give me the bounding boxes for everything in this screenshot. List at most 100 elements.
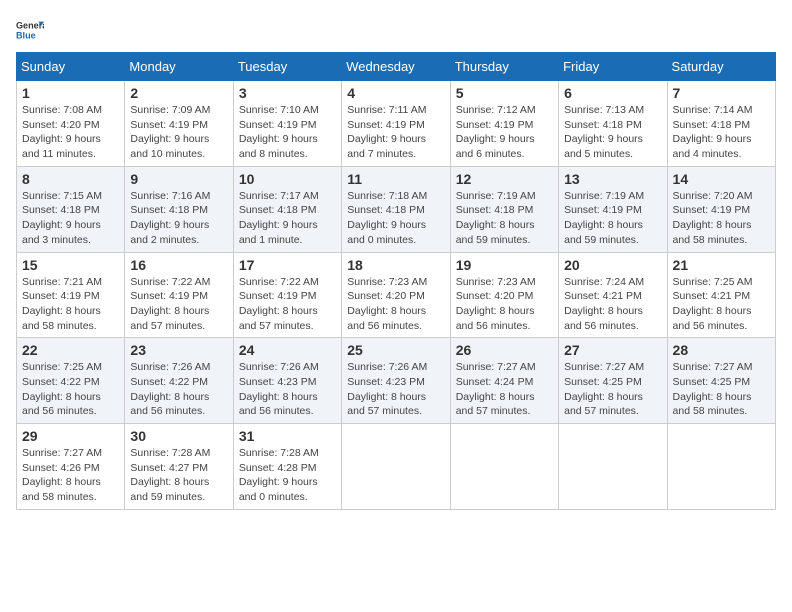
calendar-week: 29 Sunrise: 7:27 AMSunset: 4:26 PMDaylig… xyxy=(17,424,776,510)
weekday-cell: Wednesday xyxy=(342,53,450,81)
day-number: 8 xyxy=(22,171,119,187)
day-number: 4 xyxy=(347,85,444,101)
calendar-week: 8 Sunrise: 7:15 AMSunset: 4:18 PMDayligh… xyxy=(17,166,776,252)
calendar-day: 22 Sunrise: 7:25 AMSunset: 4:22 PMDaylig… xyxy=(17,338,125,424)
calendar-day xyxy=(559,424,667,510)
day-number: 20 xyxy=(564,257,661,273)
day-number: 30 xyxy=(130,428,227,444)
day-number: 5 xyxy=(456,85,553,101)
day-number: 25 xyxy=(347,342,444,358)
day-number: 12 xyxy=(456,171,553,187)
calendar-day: 13 Sunrise: 7:19 AMSunset: 4:19 PMDaylig… xyxy=(559,166,667,252)
day-number: 15 xyxy=(22,257,119,273)
day-number: 21 xyxy=(673,257,770,273)
day-detail: Sunrise: 7:24 AMSunset: 4:21 PMDaylight:… xyxy=(564,275,661,334)
calendar-day: 11 Sunrise: 7:18 AMSunset: 4:18 PMDaylig… xyxy=(342,166,450,252)
day-number: 26 xyxy=(456,342,553,358)
calendar-day: 27 Sunrise: 7:27 AMSunset: 4:25 PMDaylig… xyxy=(559,338,667,424)
day-detail: Sunrise: 7:11 AMSunset: 4:19 PMDaylight:… xyxy=(347,103,444,162)
day-number: 1 xyxy=(22,85,119,101)
day-detail: Sunrise: 7:14 AMSunset: 4:18 PMDaylight:… xyxy=(673,103,770,162)
day-number: 16 xyxy=(130,257,227,273)
day-detail: Sunrise: 7:15 AMSunset: 4:18 PMDaylight:… xyxy=(22,189,119,248)
calendar-day: 15 Sunrise: 7:21 AMSunset: 4:19 PMDaylig… xyxy=(17,252,125,338)
calendar-day: 23 Sunrise: 7:26 AMSunset: 4:22 PMDaylig… xyxy=(125,338,233,424)
day-detail: Sunrise: 7:25 AMSunset: 4:22 PMDaylight:… xyxy=(22,360,119,419)
day-number: 14 xyxy=(673,171,770,187)
calendar-day: 31 Sunrise: 7:28 AMSunset: 4:28 PMDaylig… xyxy=(233,424,341,510)
calendar-day: 2 Sunrise: 7:09 AMSunset: 4:19 PMDayligh… xyxy=(125,81,233,167)
page-header: General Blue xyxy=(16,16,776,44)
calendar-day: 16 Sunrise: 7:22 AMSunset: 4:19 PMDaylig… xyxy=(125,252,233,338)
day-number: 18 xyxy=(347,257,444,273)
day-detail: Sunrise: 7:27 AMSunset: 4:26 PMDaylight:… xyxy=(22,446,119,505)
day-detail: Sunrise: 7:22 AMSunset: 4:19 PMDaylight:… xyxy=(239,275,336,334)
calendar-week: 1 Sunrise: 7:08 AMSunset: 4:20 PMDayligh… xyxy=(17,81,776,167)
calendar-day: 17 Sunrise: 7:22 AMSunset: 4:19 PMDaylig… xyxy=(233,252,341,338)
calendar-day xyxy=(450,424,558,510)
day-detail: Sunrise: 7:27 AMSunset: 4:25 PMDaylight:… xyxy=(673,360,770,419)
day-detail: Sunrise: 7:19 AMSunset: 4:18 PMDaylight:… xyxy=(456,189,553,248)
svg-text:Blue: Blue xyxy=(16,30,36,40)
weekday-cell: Sunday xyxy=(17,53,125,81)
calendar-day: 24 Sunrise: 7:26 AMSunset: 4:23 PMDaylig… xyxy=(233,338,341,424)
day-number: 6 xyxy=(564,85,661,101)
calendar-day: 18 Sunrise: 7:23 AMSunset: 4:20 PMDaylig… xyxy=(342,252,450,338)
day-number: 17 xyxy=(239,257,336,273)
calendar-day: 20 Sunrise: 7:24 AMSunset: 4:21 PMDaylig… xyxy=(559,252,667,338)
day-number: 10 xyxy=(239,171,336,187)
calendar-day: 30 Sunrise: 7:28 AMSunset: 4:27 PMDaylig… xyxy=(125,424,233,510)
calendar-day xyxy=(667,424,775,510)
calendar-day: 12 Sunrise: 7:19 AMSunset: 4:18 PMDaylig… xyxy=(450,166,558,252)
day-detail: Sunrise: 7:25 AMSunset: 4:21 PMDaylight:… xyxy=(673,275,770,334)
calendar-week: 22 Sunrise: 7:25 AMSunset: 4:22 PMDaylig… xyxy=(17,338,776,424)
day-number: 13 xyxy=(564,171,661,187)
weekday-cell: Thursday xyxy=(450,53,558,81)
day-detail: Sunrise: 7:27 AMSunset: 4:25 PMDaylight:… xyxy=(564,360,661,419)
day-number: 27 xyxy=(564,342,661,358)
calendar-day: 10 Sunrise: 7:17 AMSunset: 4:18 PMDaylig… xyxy=(233,166,341,252)
day-detail: Sunrise: 7:21 AMSunset: 4:19 PMDaylight:… xyxy=(22,275,119,334)
day-number: 19 xyxy=(456,257,553,273)
calendar-day: 6 Sunrise: 7:13 AMSunset: 4:18 PMDayligh… xyxy=(559,81,667,167)
calendar-day: 14 Sunrise: 7:20 AMSunset: 4:19 PMDaylig… xyxy=(667,166,775,252)
day-detail: Sunrise: 7:27 AMSunset: 4:24 PMDaylight:… xyxy=(456,360,553,419)
day-detail: Sunrise: 7:13 AMSunset: 4:18 PMDaylight:… xyxy=(564,103,661,162)
logo-icon: General Blue xyxy=(16,16,44,44)
day-detail: Sunrise: 7:08 AMSunset: 4:20 PMDaylight:… xyxy=(22,103,119,162)
day-number: 31 xyxy=(239,428,336,444)
day-number: 22 xyxy=(22,342,119,358)
weekday-cell: Tuesday xyxy=(233,53,341,81)
logo: General Blue xyxy=(16,16,48,44)
day-detail: Sunrise: 7:19 AMSunset: 4:19 PMDaylight:… xyxy=(564,189,661,248)
calendar-day: 5 Sunrise: 7:12 AMSunset: 4:19 PMDayligh… xyxy=(450,81,558,167)
day-detail: Sunrise: 7:18 AMSunset: 4:18 PMDaylight:… xyxy=(347,189,444,248)
calendar-day: 28 Sunrise: 7:27 AMSunset: 4:25 PMDaylig… xyxy=(667,338,775,424)
day-detail: Sunrise: 7:23 AMSunset: 4:20 PMDaylight:… xyxy=(456,275,553,334)
day-detail: Sunrise: 7:28 AMSunset: 4:28 PMDaylight:… xyxy=(239,446,336,505)
weekday-cell: Monday xyxy=(125,53,233,81)
day-detail: Sunrise: 7:26 AMSunset: 4:22 PMDaylight:… xyxy=(130,360,227,419)
calendar-day: 29 Sunrise: 7:27 AMSunset: 4:26 PMDaylig… xyxy=(17,424,125,510)
day-detail: Sunrise: 7:17 AMSunset: 4:18 PMDaylight:… xyxy=(239,189,336,248)
day-number: 29 xyxy=(22,428,119,444)
day-detail: Sunrise: 7:12 AMSunset: 4:19 PMDaylight:… xyxy=(456,103,553,162)
day-number: 24 xyxy=(239,342,336,358)
day-number: 23 xyxy=(130,342,227,358)
calendar-day: 7 Sunrise: 7:14 AMSunset: 4:18 PMDayligh… xyxy=(667,81,775,167)
calendar-day: 8 Sunrise: 7:15 AMSunset: 4:18 PMDayligh… xyxy=(17,166,125,252)
calendar-body: 1 Sunrise: 7:08 AMSunset: 4:20 PMDayligh… xyxy=(17,81,776,510)
calendar-table: SundayMondayTuesdayWednesdayThursdayFrid… xyxy=(16,52,776,510)
calendar-day: 19 Sunrise: 7:23 AMSunset: 4:20 PMDaylig… xyxy=(450,252,558,338)
day-number: 3 xyxy=(239,85,336,101)
day-number: 11 xyxy=(347,171,444,187)
weekday-cell: Friday xyxy=(559,53,667,81)
day-number: 7 xyxy=(673,85,770,101)
calendar-day: 26 Sunrise: 7:27 AMSunset: 4:24 PMDaylig… xyxy=(450,338,558,424)
weekday-header: SundayMondayTuesdayWednesdayThursdayFrid… xyxy=(17,53,776,81)
calendar-day: 3 Sunrise: 7:10 AMSunset: 4:19 PMDayligh… xyxy=(233,81,341,167)
day-number: 28 xyxy=(673,342,770,358)
calendar-week: 15 Sunrise: 7:21 AMSunset: 4:19 PMDaylig… xyxy=(17,252,776,338)
calendar-day: 4 Sunrise: 7:11 AMSunset: 4:19 PMDayligh… xyxy=(342,81,450,167)
calendar-day: 25 Sunrise: 7:26 AMSunset: 4:23 PMDaylig… xyxy=(342,338,450,424)
